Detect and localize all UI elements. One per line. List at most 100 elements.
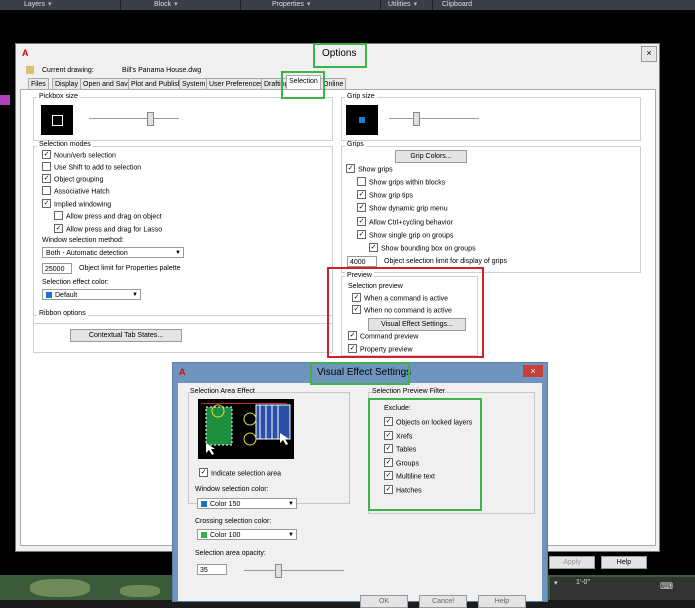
selection-preview-graphic — [198, 399, 294, 459]
autocad-logo-icon: A — [22, 48, 29, 58]
effect-color-select[interactable]: Default ▼ — [42, 289, 141, 300]
ribbon-divider — [432, 0, 433, 10]
ribbon-panel-label: Properties — [272, 1, 304, 8]
selection-area-preview — [198, 399, 294, 459]
indicate-selection-area-checkbox[interactable]: ✓ Indicate selection area — [199, 468, 281, 478]
filter-highlight — [368, 398, 482, 511]
checkbox-icon: ✓ — [199, 468, 208, 477]
ribbon-options-label: Ribbon options — [37, 310, 88, 317]
opacity-label: Selection area opacity: — [195, 550, 266, 557]
keyboard-icon[interactable]: ⌨ — [660, 581, 673, 592]
grip-preview — [346, 105, 378, 135]
ribbon-block-panel[interactable]: Block ▾ — [150, 0, 178, 10]
ribbon-utilities-panel[interactable]: Utilities ▾ — [384, 0, 417, 10]
apply-button[interactable]: Apply — [549, 556, 595, 569]
preview-highlight — [327, 267, 484, 358]
color-swatch — [201, 501, 207, 508]
ribbon-panel-label: Layers — [24, 1, 46, 8]
chevron-down-icon: ▼ — [288, 501, 294, 507]
grip-colors-button[interactable]: Grip Colors... — [395, 150, 467, 163]
ribbon-layers-panel[interactable]: Layers ▾ — [20, 0, 52, 10]
pickbox-slider-track[interactable] — [89, 118, 179, 119]
color-swatch — [46, 292, 52, 299]
close-button[interactable]: × — [523, 365, 543, 377]
ribbon-panel-label: Utilities — [388, 1, 411, 8]
chevron-down-icon: ▾ — [174, 1, 178, 8]
associative-hatch-checkbox[interactable]: Associative Hatch — [42, 186, 110, 196]
ribbon-divider — [380, 0, 381, 10]
palette-icon[interactable] — [0, 95, 10, 105]
ribbon-panel-bar: Layers ▾ Block ▾ Properties ▾ Utilities ▾ Cl… — [0, 0, 695, 10]
grips-label: Grips — [345, 141, 366, 148]
ribbon-properties-panel[interactable]: Properties ▾ — [268, 0, 310, 10]
checkbox-icon: ✓ — [357, 203, 366, 212]
ribbon-clipboard-panel[interactable]: Clipboard — [438, 0, 472, 10]
ribbon-divider — [240, 0, 241, 10]
close-icon: × — [646, 48, 652, 58]
checkbox-icon: ✓ — [42, 150, 51, 159]
chevron-down-icon: ▼ — [288, 532, 294, 538]
press-drag-object-checkbox[interactable]: Allow press and drag on object — [54, 211, 162, 221]
selection-modes-label: Selection modes — [37, 141, 93, 148]
grip-slider[interactable] — [413, 112, 420, 126]
chevron-down-icon: ▼ — [132, 292, 138, 298]
checkbox-icon — [42, 186, 51, 195]
scale-readout[interactable]: 1'-0" — [576, 579, 590, 586]
chevron-down-icon: ▾ — [48, 1, 52, 8]
dynamic-grip-menu-checkbox[interactable]: ✓ Show dynamic grip menu — [357, 203, 448, 213]
ves-title-highlight — [310, 362, 410, 385]
checkbox-icon — [357, 177, 366, 186]
opacity-input[interactable]: 35 — [197, 564, 227, 575]
grip-limit-input[interactable]: 4000 — [347, 256, 377, 267]
color-swatch — [201, 532, 207, 539]
grip-slider-track[interactable] — [389, 118, 479, 119]
checkbox-icon: ✓ — [369, 243, 378, 252]
current-drawing-value: Bill's Panama House.dwg — [122, 67, 202, 74]
opacity-slider-track[interactable] — [244, 570, 344, 571]
grips-within-blocks-checkbox[interactable]: Show grips within blocks — [357, 177, 445, 187]
window-method-select[interactable]: Both - Automatic detection ▼ — [42, 247, 184, 258]
contextual-tab-states-button[interactable]: Contextual Tab States... — [70, 329, 182, 342]
window-color-select[interactable]: Color 150 ▼ — [197, 498, 297, 509]
effect-color-label: Selection effect color: — [42, 279, 109, 286]
ves-body: Selection Area Effect ✓ Indicate selectio… — [178, 383, 542, 608]
noun-verb-checkbox[interactable]: ✓ Noun/verb selection — [42, 150, 116, 160]
press-drag-lasso-checkbox[interactable]: ✓ Allow press and drag for Lasso — [54, 224, 162, 234]
close-button[interactable]: × — [641, 46, 657, 62]
show-grips-checkbox[interactable]: ✓ Show grips — [346, 164, 393, 174]
ribbon-panel-label: Block — [154, 1, 172, 8]
checkbox-icon: ✓ — [42, 199, 51, 208]
show-grip-tips-checkbox[interactable]: ✓ Show grip tips — [357, 190, 413, 200]
grip-limit-label: Object selection limit for display of gr… — [384, 258, 507, 265]
opacity-slider[interactable] — [275, 564, 282, 578]
object-limit-label: Object limit for Properties palette — [79, 265, 181, 272]
chevron-down-icon[interactable]: ▾ — [554, 579, 558, 587]
cancel-button[interactable]: Cancel — [419, 595, 467, 608]
current-drawing-label: Current drawing: — [42, 67, 94, 74]
help-button[interactable]: Help — [601, 556, 647, 569]
chevron-down-icon: ▾ — [306, 1, 311, 8]
pickbox-group — [33, 97, 333, 141]
object-grouping-checkbox[interactable]: ✓ Object grouping — [42, 174, 103, 184]
pickbox-slider[interactable] — [147, 112, 154, 126]
checkbox-icon — [42, 162, 51, 171]
use-shift-checkbox[interactable]: Use Shift to add to selection — [42, 162, 141, 172]
ves-help-button[interactable]: Help — [478, 595, 526, 608]
chevron-down-icon: ▾ — [413, 1, 418, 8]
ok-button[interactable]: OK — [360, 595, 408, 608]
ctrl-cycling-checkbox[interactable]: ✓ Allow Ctrl+cycling behavior — [357, 217, 453, 227]
bounding-box-groups-checkbox[interactable]: ✓ Show bounding box on groups — [369, 243, 476, 253]
checkbox-icon: ✓ — [42, 174, 51, 183]
implied-windowing-checkbox[interactable]: ✓ Implied windowing — [42, 199, 111, 209]
pickbox-preview — [41, 105, 73, 135]
area-effect-label: Selection Area Effect — [190, 388, 255, 395]
title-highlight — [313, 43, 367, 68]
preview-filter-label: Selection Preview Filter — [372, 388, 446, 395]
crossing-color-select[interactable]: Color 100 ▼ — [197, 529, 297, 540]
single-grip-groups-checkbox[interactable]: ✓ Show single grip on groups — [357, 230, 453, 240]
checkbox-icon: ✓ — [357, 190, 366, 199]
status-bar: ▾ 1'-0" ⌨ — [550, 577, 695, 600]
object-limit-input[interactable]: 25000 — [42, 263, 72, 274]
checkbox-icon: ✓ — [357, 230, 366, 239]
autocad-logo-icon: A — [179, 367, 186, 377]
